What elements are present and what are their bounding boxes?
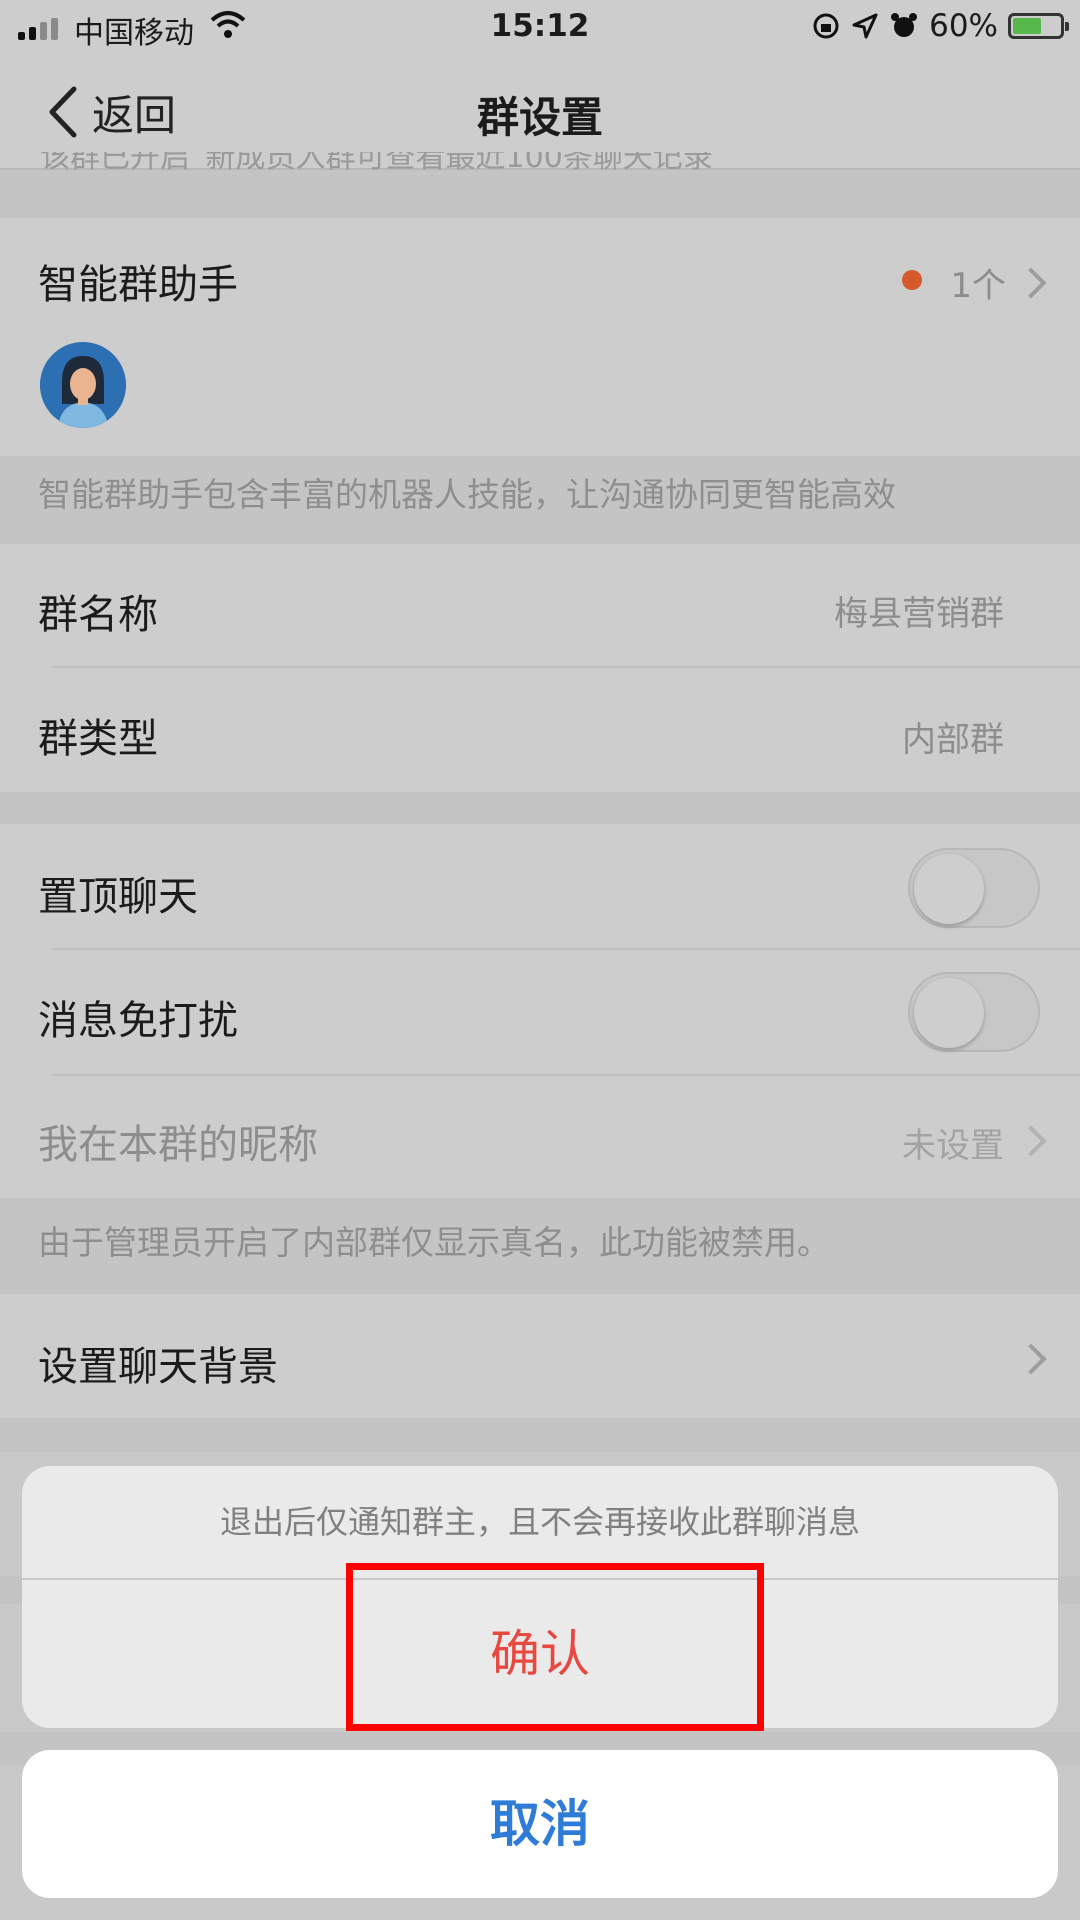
highlight-box [346,1563,764,1731]
chat-settings-section: 置顶聊天 消息免打扰 我在本群的昵称 未设置 [0,824,1080,1198]
action-sheet-message: 退出后仅通知群主，且不会再接收此群聊消息 [219,1503,860,1541]
chat-background-label: 设置聊天背景 [38,1344,278,1390]
chevron-right-icon [1015,1343,1047,1375]
assistant-avatar[interactable] [40,342,126,428]
divider [52,948,1080,950]
group-info-section: 群名称 梅县营销群 群类型 内部群 [0,544,1080,792]
nickname-disabled-note: 由于管理员开启了内部群仅显示真名，此功能被禁用。 [38,1223,830,1262]
alarm-icon [891,13,918,37]
robot-assistant-avatar-icon [40,342,126,428]
orientation-lock-icon [813,13,839,39]
assistant-label: 智能群助手 [38,262,238,308]
cancel-button[interactable]: 取消 [22,1750,1058,1898]
group-type-label: 群类型 [38,716,158,762]
group-name-label: 群名称 [38,592,158,638]
battery-fill [1013,18,1041,34]
assistant-note: 智能群助手包含丰富的机器人技能，让沟通协同更智能高效 [38,475,896,514]
assistant-count: 1个 [950,266,1006,306]
pin-chat-toggle[interactable] [908,848,1040,928]
page-title: 群设置 [476,93,603,142]
divider [52,666,1080,668]
pin-chat-label: 置顶聊天 [38,874,198,920]
chat-background-row[interactable]: 设置聊天背景 [0,1294,1080,1418]
battery-icon [1008,13,1069,39]
mute-label: 消息免打扰 [38,998,238,1044]
nickname-label: 我在本群的昵称 [38,1122,318,1168]
badge-dot-icon [902,270,922,290]
status-right-group: 60% [811,8,1069,44]
divider [52,1074,1080,1076]
status-bar: 中国移动 15:12 60% [0,0,1080,56]
battery-percent: 60% [929,8,998,44]
mute-toggle[interactable] [908,972,1040,1052]
group-name-value[interactable]: 梅县营销群 [834,586,1004,635]
chevron-right-icon [1015,1125,1047,1157]
nickname-value: 未设置 [902,1126,1004,1166]
chevron-right-icon [1015,267,1047,299]
assistant-section[interactable]: 智能群助手 1个 [0,218,1080,456]
group-type-value: 内部群 [902,720,1004,760]
location-arrow-icon [852,13,878,39]
